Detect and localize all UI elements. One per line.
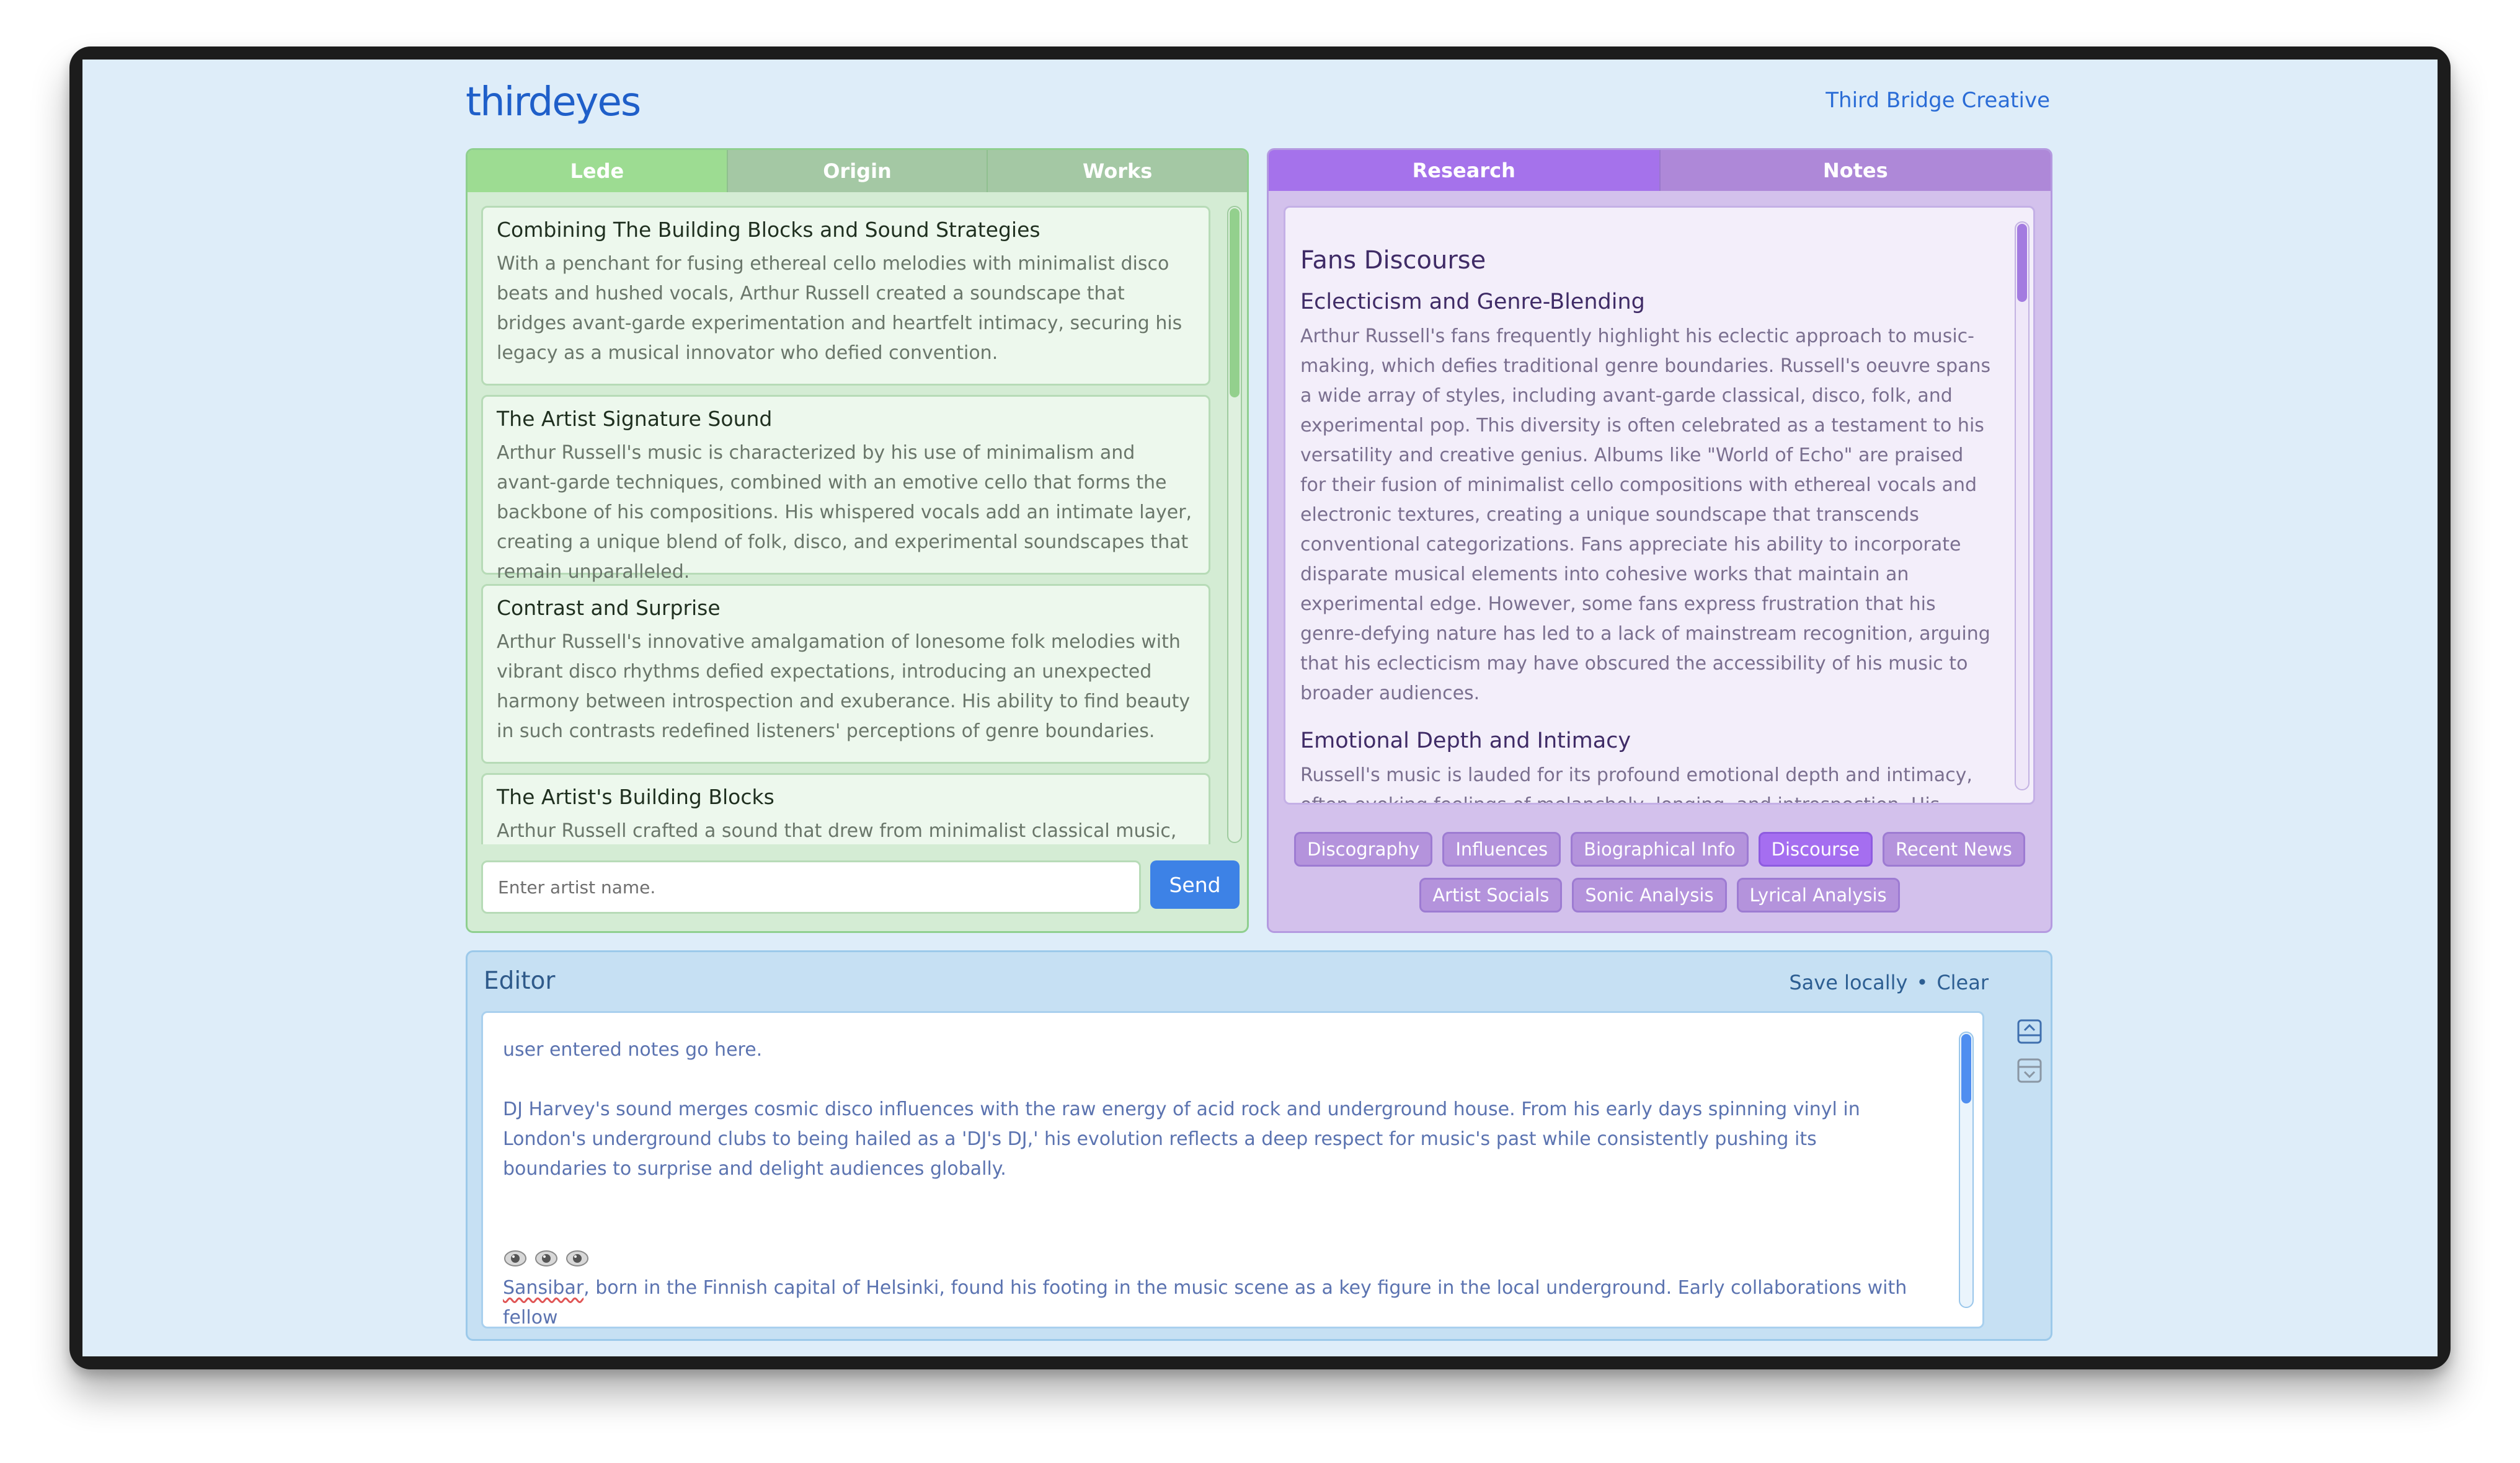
editor-scrollbar-thumb[interactable] [1961,1034,1971,1103]
editor-line: user entered notes go here. [503,1039,763,1061]
eye-icon [566,1250,588,1266]
misspelled-word: Sansibar [503,1277,584,1299]
lede-scrollbar[interactable] [1227,206,1242,843]
right-tab-bar: Research Notes [1269,150,2051,191]
card-title: Contrast and Surprise [497,596,721,620]
editor-panel: Editor Save locally • Clear user entered… [466,950,2052,1341]
editor-line-rest: , born in the Finnish capital of Helsink… [503,1277,1907,1328]
editor-paragraph: DJ Harvey's sound merges cosmic disco in… [503,1098,1860,1180]
brand-link[interactable]: Third Bridge Creative [1826,88,2050,113]
editor-content: user entered notes go here. DJ Harvey's … [503,1035,1917,1328]
card-body: Arthur Russell's innovative amalgamation… [497,631,1191,742]
research-content[interactable]: Fans Discourse Eclecticism and Genre-Ble… [1284,206,2035,805]
lede-card: Contrast and Surprise Arthur Russell's i… [481,584,1210,764]
research-panel: Research Notes Fans Discourse Eclecticis… [1267,148,2052,933]
research-text: Fans Discourse Eclecticism and Genre-Ble… [1300,225,1994,803]
card-title: Combining The Building Blocks and Sound … [497,218,1040,242]
app-screen: thirdeyes Third Bridge Creative Lede Ori… [82,60,2438,1356]
research-topic-chips: Discography Influences Biographical Info… [1269,832,2051,924]
section-title: Eclecticism and Genre-Blending [1300,290,1645,314]
left-tab-bar: Lede Origin Works [468,150,1247,192]
lede-card: The Artist's Building Blocks Arthur Russ… [481,773,1210,844]
artist-name-input[interactable] [481,860,1141,914]
chip-influences[interactable]: Influences [1442,832,1561,867]
expand-down-icon[interactable] [2016,1058,2043,1084]
action-separator: • [1916,971,1928,994]
collapse-up-icon[interactable] [2016,1019,2043,1045]
editor-actions: Save locally • Clear [1789,971,1989,994]
chip-discography[interactable]: Discography [1294,832,1433,867]
eye-emoji-row [503,1244,1917,1273]
tab-notes[interactable]: Notes [1660,150,2051,191]
chip-artist-socials[interactable]: Artist Socials [1419,878,1563,913]
editor-title: Editor [484,967,556,995]
chip-sonic-analysis[interactable]: Sonic Analysis [1572,878,1727,913]
research-heading: Fans Discourse [1300,246,1486,275]
logo-text: thirdeyes [466,81,640,125]
card-body: With a penchant for fusing ethereal cell… [497,253,1182,364]
lede-scrollbar-thumb[interactable] [1230,208,1240,397]
editor-scrollbar[interactable] [1959,1032,1974,1308]
chip-recent-news[interactable]: Recent News [1883,832,2025,867]
section-title: Emotional Depth and Intimacy [1300,728,1631,753]
tab-lede[interactable]: Lede [468,150,728,192]
chip-biographical-info[interactable]: Biographical Info [1571,832,1749,867]
lede-card: Combining The Building Blocks and Sound … [481,206,1210,386]
chip-discourse[interactable]: Discourse [1758,832,1873,867]
chip-lyrical-analysis[interactable]: Lyrical Analysis [1736,878,1900,913]
section-body: Russell's music is lauded for its profou… [1300,764,1972,803]
card-title: The Artist Signature Sound [497,407,773,431]
thirdeyes-logo[interactable]: thirdeyes [466,81,641,125]
clear-link[interactable]: Clear [1937,971,1989,994]
eye-icon [504,1250,526,1266]
tab-origin[interactable]: Origin [727,150,988,192]
editor-line: Sansibar, born in the Finnish capital of… [503,1273,1917,1328]
card-title: The Artist's Building Blocks [497,785,774,809]
card-body: Arthur Russell's music is characterized … [497,442,1192,583]
research-scrollbar-thumb[interactable] [2017,224,2027,302]
tab-works[interactable]: Works [988,150,1247,192]
artist-info-panel: Lede Origin Works Combining The Building… [466,148,1249,933]
section-body: Arthur Russell's fans frequently highlig… [1300,325,1991,704]
research-scrollbar[interactable] [2015,221,2030,790]
send-button[interactable]: Send [1150,860,1240,909]
tab-research[interactable]: Research [1269,150,1661,191]
lede-card-list[interactable]: Combining The Building Blocks and Sound … [481,206,1213,844]
chip-row: Artist Socials Sonic Analysis Lyrical An… [1269,878,2051,913]
lede-card: The Artist Signature Sound Arthur Russel… [481,395,1210,583]
chip-row: Discography Influences Biographical Info… [1269,832,2051,867]
card-body: Arthur Russell crafted a sound that drew… [497,820,1177,842]
save-locally-link[interactable]: Save locally [1789,971,1907,994]
editor-textarea[interactable]: user entered notes go here. DJ Harvey's … [481,1011,1984,1328]
eye-icon [535,1250,557,1266]
